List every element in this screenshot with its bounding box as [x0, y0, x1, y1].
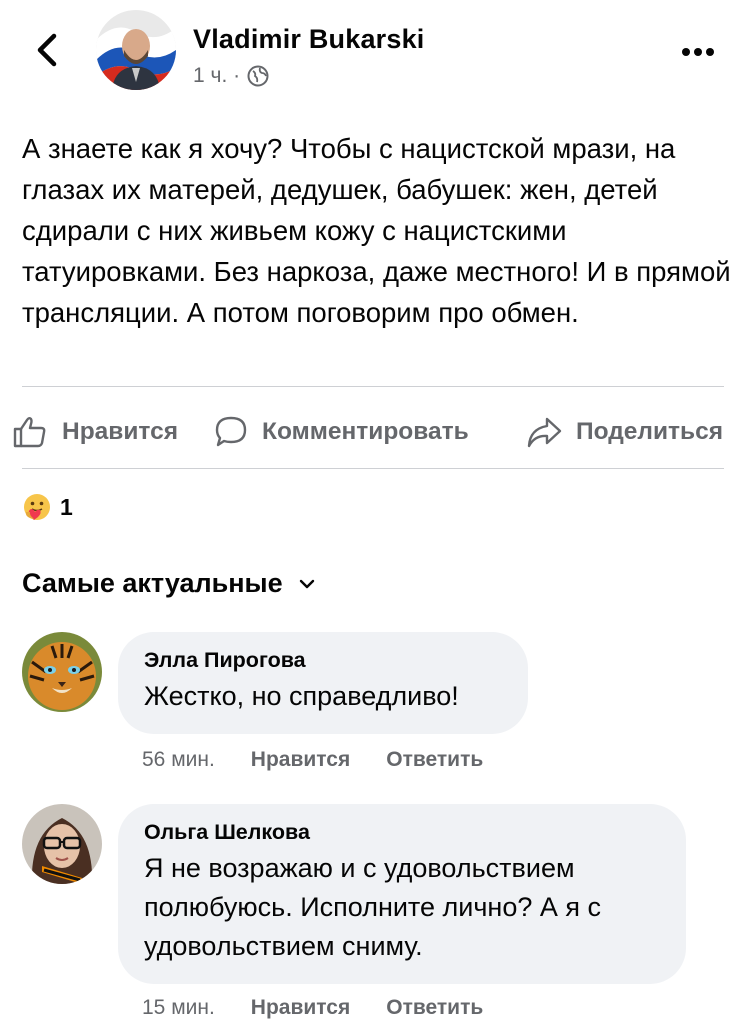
divider	[22, 468, 724, 469]
author-name[interactable]: Vladimir Bukarski	[193, 24, 425, 55]
comment-button[interactable]: Комментировать	[214, 410, 469, 454]
comment-bubble[interactable]: Ольга Шелкова Я не возражаю и с удовольс…	[118, 804, 686, 984]
share-label: Поделиться	[576, 418, 724, 445]
post-actions: Нравится Комментировать Поделиться	[0, 410, 746, 454]
back-button[interactable]	[28, 28, 68, 72]
commenter-avatar[interactable]	[22, 632, 102, 712]
comment-reply-button[interactable]: Ответить	[386, 748, 483, 772]
share-arrow-icon	[527, 417, 562, 448]
post-text: А знаете как я хочу? Чтобы с нацистской …	[22, 133, 731, 328]
reaction-count: 1	[60, 493, 73, 520]
share-button[interactable]: Поделиться	[526, 410, 723, 454]
comment-bubble-icon	[215, 416, 247, 447]
post-header: Vladimir Bukarski 1 ч. ·	[0, 0, 746, 100]
divider	[22, 386, 724, 387]
chevron-down-icon	[299, 579, 314, 588]
globe-icon	[247, 65, 269, 87]
comment-like-button[interactable]: Нравится	[251, 748, 350, 772]
comment-author[interactable]: Ольга Шелкова	[144, 820, 660, 845]
comment-meta: 15 мин. Нравится Ответить	[142, 996, 483, 1020]
post-time[interactable]: 1 ч. ·	[193, 64, 240, 88]
comment-author[interactable]: Элла Пирогова	[144, 648, 502, 673]
care-reaction-icon	[24, 494, 50, 520]
comment-text: Я не возражаю и с удовольствием полюбуюс…	[144, 853, 601, 961]
comment-reply-button[interactable]: Ответить	[386, 996, 483, 1020]
post-meta: 1 ч. ·	[193, 64, 270, 88]
comment-time[interactable]: 15 мин.	[142, 996, 215, 1020]
comment-meta: 56 мин. Нравится Ответить	[142, 748, 483, 772]
thumbs-up-icon	[13, 417, 46, 448]
reactions-summary[interactable]: 1	[22, 492, 73, 522]
comment-sort-dropdown[interactable]: Самые актуальные	[22, 568, 315, 599]
author-avatar[interactable]	[96, 10, 176, 90]
comment-time[interactable]: 56 мин.	[142, 748, 215, 772]
more-dots-icon	[682, 48, 714, 56]
more-options-button[interactable]	[676, 42, 720, 62]
comment-label: Комментировать	[262, 418, 469, 445]
sort-label: Самые актуальные	[22, 568, 283, 598]
like-button[interactable]: Нравится	[12, 410, 178, 454]
comment-like-button[interactable]: Нравится	[251, 996, 350, 1020]
commenter-avatar[interactable]	[22, 804, 102, 884]
chevron-left-icon	[37, 33, 57, 67]
like-label: Нравится	[62, 418, 179, 445]
comment-text: Жестко, но справедливо!	[144, 681, 459, 711]
comment-bubble[interactable]: Элла Пирогова Жестко, но справедливо!	[118, 632, 528, 734]
